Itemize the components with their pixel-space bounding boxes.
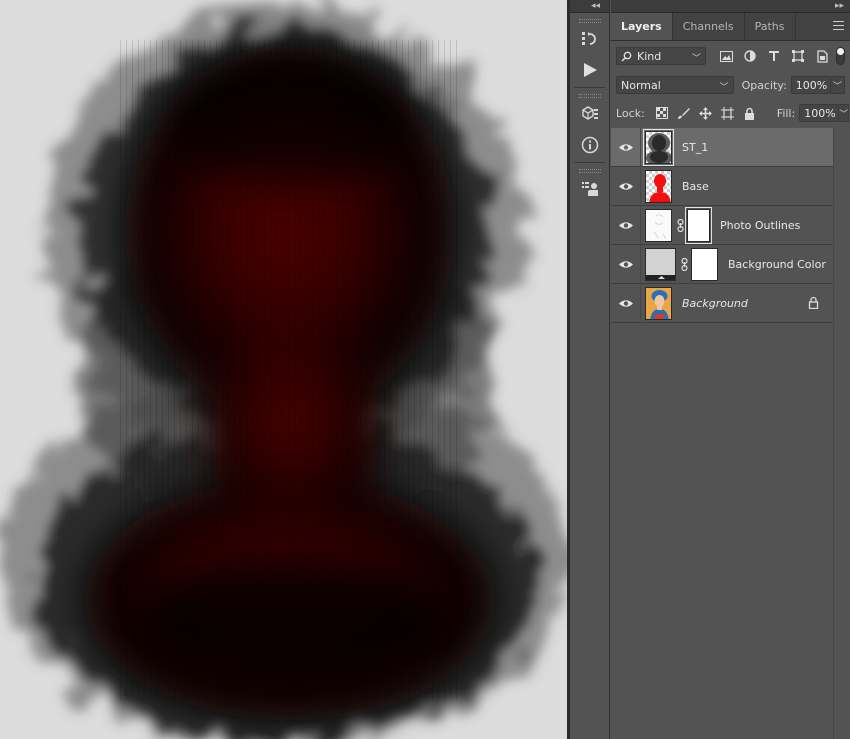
fill-value: 100% [804, 106, 836, 120]
collapsed-panels-strip: ◂◂ [570, 0, 610, 739]
blend-mode-select[interactable]: Normal ﹀ [616, 76, 734, 94]
filter-kind-label: Kind [637, 49, 662, 63]
blend-mode-value: Normal [621, 78, 661, 92]
layer-name[interactable]: ST_1 [682, 141, 708, 154]
visibility-eye-icon[interactable] [611, 127, 641, 167]
opacity-label[interactable]: Opacity: [742, 79, 787, 92]
visibility-eye-icon[interactable] [611, 283, 641, 323]
play-icon[interactable] [570, 54, 610, 85]
lock-pixels-brush-icon[interactable] [673, 103, 695, 123]
filter-row: Kind ﹀ [611, 41, 850, 71]
layers-scrollbar[interactable] [833, 127, 850, 739]
outline-thumbnail[interactable] [645, 208, 672, 242]
layer-name[interactable]: Background [682, 297, 748, 310]
chevron-down-icon: ﹀ [719, 83, 729, 93]
visibility-eye-icon[interactable] [611, 166, 641, 206]
lock-transparency-icon[interactable] [651, 103, 673, 123]
lock-row: Lock: Fill: 100% ﹀ [611, 99, 850, 127]
chevron-down-icon: ﹀ [691, 54, 701, 64]
layers-panel: ▸▸ Layers Channels Paths Kind ﹀ Normal ﹀… [611, 0, 850, 739]
chain-link-icon[interactable] [678, 257, 691, 271]
panel-tabs: Layers Channels Paths [611, 13, 850, 41]
texture-thumbnail[interactable] [643, 128, 674, 166]
strip-header[interactable]: ◂◂ [570, 0, 609, 13]
opacity-input[interactable]: 100% [790, 76, 831, 94]
layer-mask-thumbnail[interactable] [685, 206, 712, 244]
panel-menu-icon[interactable] [833, 21, 844, 30]
opacity-dropdown-icon[interactable]: ﹀ [830, 76, 845, 94]
filter-kind-select[interactable]: Kind ﹀ [616, 47, 706, 65]
layer-row-background-color[interactable]: Background Color [611, 244, 833, 284]
tab-layers[interactable]: Layers [611, 13, 673, 40]
layer-name[interactable]: Photo Outlines [720, 219, 800, 232]
red-silhouette-thumbnail[interactable] [645, 169, 672, 203]
separator [574, 87, 605, 88]
document-canvas[interactable] [0, 0, 567, 739]
info-icon[interactable] [570, 129, 610, 160]
fill-thumbnail[interactable] [645, 247, 676, 281]
lock-label: Lock: [616, 106, 645, 120]
artwork [0, 5, 567, 739]
visibility-eye-icon[interactable] [611, 244, 641, 284]
history-icon[interactable] [570, 23, 610, 54]
lock-all-icon[interactable] [739, 103, 761, 123]
fill-dropdown-icon[interactable]: ﹀ [839, 104, 850, 122]
layer-comps-icon[interactable] [570, 173, 610, 204]
layer-row-photo-outlines[interactable]: Photo Outlines [611, 205, 833, 245]
photo-thumbnail[interactable] [645, 286, 672, 320]
pixel-filter-icon[interactable] [714, 46, 738, 66]
type-filter-icon[interactable] [762, 46, 786, 66]
fill-input[interactable]: 100% [799, 104, 840, 122]
visibility-eye-icon[interactable] [611, 205, 641, 245]
search-icon [621, 51, 632, 62]
expand-arrows-icon[interactable]: ▸▸ [835, 0, 844, 12]
lock-position-move-icon[interactable] [695, 103, 717, 123]
layer-mask-thumbnail[interactable] [691, 247, 718, 281]
layer-lock-icon[interactable] [808, 296, 819, 312]
lock-icons [651, 103, 761, 123]
tab-paths[interactable]: Paths [745, 13, 796, 40]
blend-row: Normal ﹀ Opacity: 100% ﹀ [611, 71, 850, 99]
layer-row-base[interactable]: Base [611, 166, 833, 206]
tab-channels[interactable]: Channels [673, 13, 745, 40]
shape-filter-icon[interactable] [786, 46, 810, 66]
filter-icons [714, 46, 845, 66]
panel-header[interactable]: ▸▸ [611, 0, 850, 13]
lock-artboard-icon[interactable] [717, 103, 739, 123]
layer-name[interactable]: Background Color [728, 258, 826, 271]
layer-row-background[interactable]: Background [611, 283, 833, 323]
filter-toggle[interactable] [836, 47, 845, 65]
adjustment-filter-icon[interactable] [738, 46, 762, 66]
3d-cube-icon[interactable] [570, 98, 610, 129]
chain-link-icon[interactable] [674, 218, 687, 232]
layer-row-st-1[interactable]: ST_1 [611, 127, 833, 167]
smart-object-filter-icon[interactable] [810, 46, 834, 66]
separator [574, 162, 605, 163]
layers-list: ST_1 Base Photo Outlines Background Colo… [611, 127, 833, 323]
opacity-value: 100% [795, 78, 828, 92]
collapse-arrows-icon[interactable]: ◂◂ [591, 0, 600, 12]
fill-label[interactable]: Fill: [777, 107, 795, 120]
layer-name[interactable]: Base [682, 180, 709, 193]
